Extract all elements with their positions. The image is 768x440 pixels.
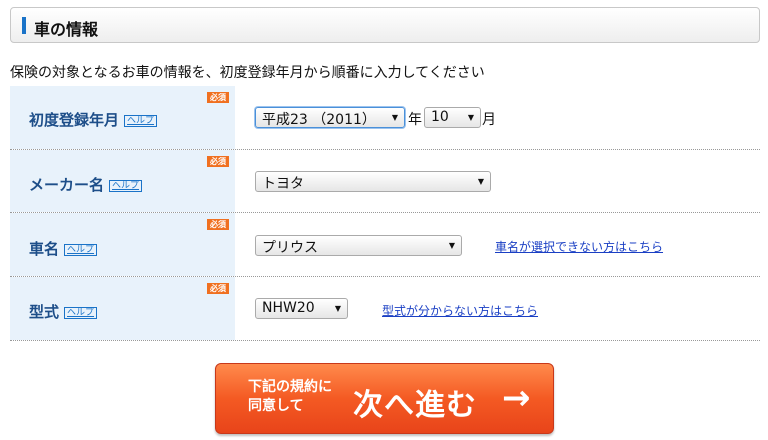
dropdown-arrow-icon: ▼	[477, 177, 484, 186]
registration-month-select[interactable]: 10 ▼	[424, 107, 481, 128]
model-row: 必須 型式 ヘルプ NHW20 ▼ 型式が分からない方はこちら	[10, 277, 760, 341]
agree-and-next-button[interactable]: 下記の規約に 同意して 次へ進む →	[215, 363, 554, 434]
arrow-right-icon: →	[502, 378, 531, 418]
required-badge: 必須	[207, 283, 229, 294]
model-select[interactable]: NHW20 ▼	[255, 298, 348, 319]
model-label-text: 型式	[29, 303, 60, 321]
model-label: 型式 ヘルプ	[29, 301, 98, 322]
registration-year-select[interactable]: 平成23 （2011） ▼	[255, 107, 405, 128]
car-info-form: 必須 初度登録年月 ヘルプ 平成23 （2011） ▼ 年 10 ▼ 月 必須 メ…	[10, 86, 760, 341]
model-help-link[interactable]: 型式が分からない方はこちら	[382, 302, 538, 319]
registration-row: 必須 初度登録年月 ヘルプ 平成23 （2011） ▼ 年 10 ▼ 月	[10, 86, 760, 150]
car-name-label: 車名 ヘルプ	[29, 238, 98, 259]
car-name-value: プリウス	[262, 240, 318, 256]
car-name-label-text: 車名	[29, 240, 60, 258]
registration-year-value: 平成23 （2011）	[262, 112, 376, 128]
help-link[interactable]: ヘルプ	[64, 244, 98, 256]
dropdown-arrow-icon: ▼	[334, 304, 341, 313]
label-cell: 必須 車名 ヘルプ	[10, 213, 235, 276]
registration-month-value: 10	[431, 109, 449, 125]
label-cell: 必須 メーカー名 ヘルプ	[10, 150, 235, 212]
registration-label-text: 初度登録年月	[29, 111, 120, 129]
dropdown-arrow-icon: ▼	[448, 241, 455, 250]
instruction-text: 保険の対象となるお車の情報を、初度登録年月から順番に入力してください	[10, 65, 485, 81]
year-unit: 年	[408, 112, 422, 128]
maker-label: メーカー名 ヘルプ	[29, 174, 143, 195]
section-header: 車の情報	[10, 7, 760, 43]
header-accent-bar	[22, 17, 26, 34]
maker-label-text: メーカー名	[29, 176, 105, 194]
button-subtext-line1: 下記の規約に	[248, 379, 332, 395]
month-unit: 月	[482, 112, 496, 128]
car-name-row: 必須 車名 ヘルプ プリウス ▼ 車名が選択できない方はこちら	[10, 213, 760, 277]
label-cell: 必須 初度登録年月 ヘルプ	[10, 86, 235, 149]
button-subtext: 下記の規約に 同意して	[248, 378, 332, 416]
maker-select[interactable]: トヨタ ▼	[255, 171, 491, 192]
required-badge: 必須	[207, 92, 229, 103]
registration-label: 初度登録年月 ヘルプ	[29, 109, 158, 130]
maker-value: トヨタ	[262, 176, 304, 192]
maker-row: 必須 メーカー名 ヘルプ トヨタ ▼	[10, 150, 760, 213]
model-value: NHW20	[262, 300, 315, 316]
label-cell: 必須 型式 ヘルプ	[10, 277, 235, 340]
help-link[interactable]: ヘルプ	[64, 307, 98, 319]
required-badge: 必須	[207, 156, 229, 167]
button-main-text: 次へ進む	[353, 388, 477, 423]
button-subtext-line2: 同意して	[248, 398, 304, 414]
dropdown-arrow-icon: ▼	[467, 113, 474, 122]
help-link[interactable]: ヘルプ	[124, 115, 158, 127]
required-badge: 必須	[207, 219, 229, 230]
section-title: 車の情報	[34, 20, 99, 39]
car-name-select[interactable]: プリウス ▼	[255, 235, 462, 256]
car-name-help-link[interactable]: 車名が選択できない方はこちら	[495, 238, 663, 255]
dropdown-arrow-icon: ▼	[391, 113, 398, 122]
help-link[interactable]: ヘルプ	[109, 180, 143, 192]
